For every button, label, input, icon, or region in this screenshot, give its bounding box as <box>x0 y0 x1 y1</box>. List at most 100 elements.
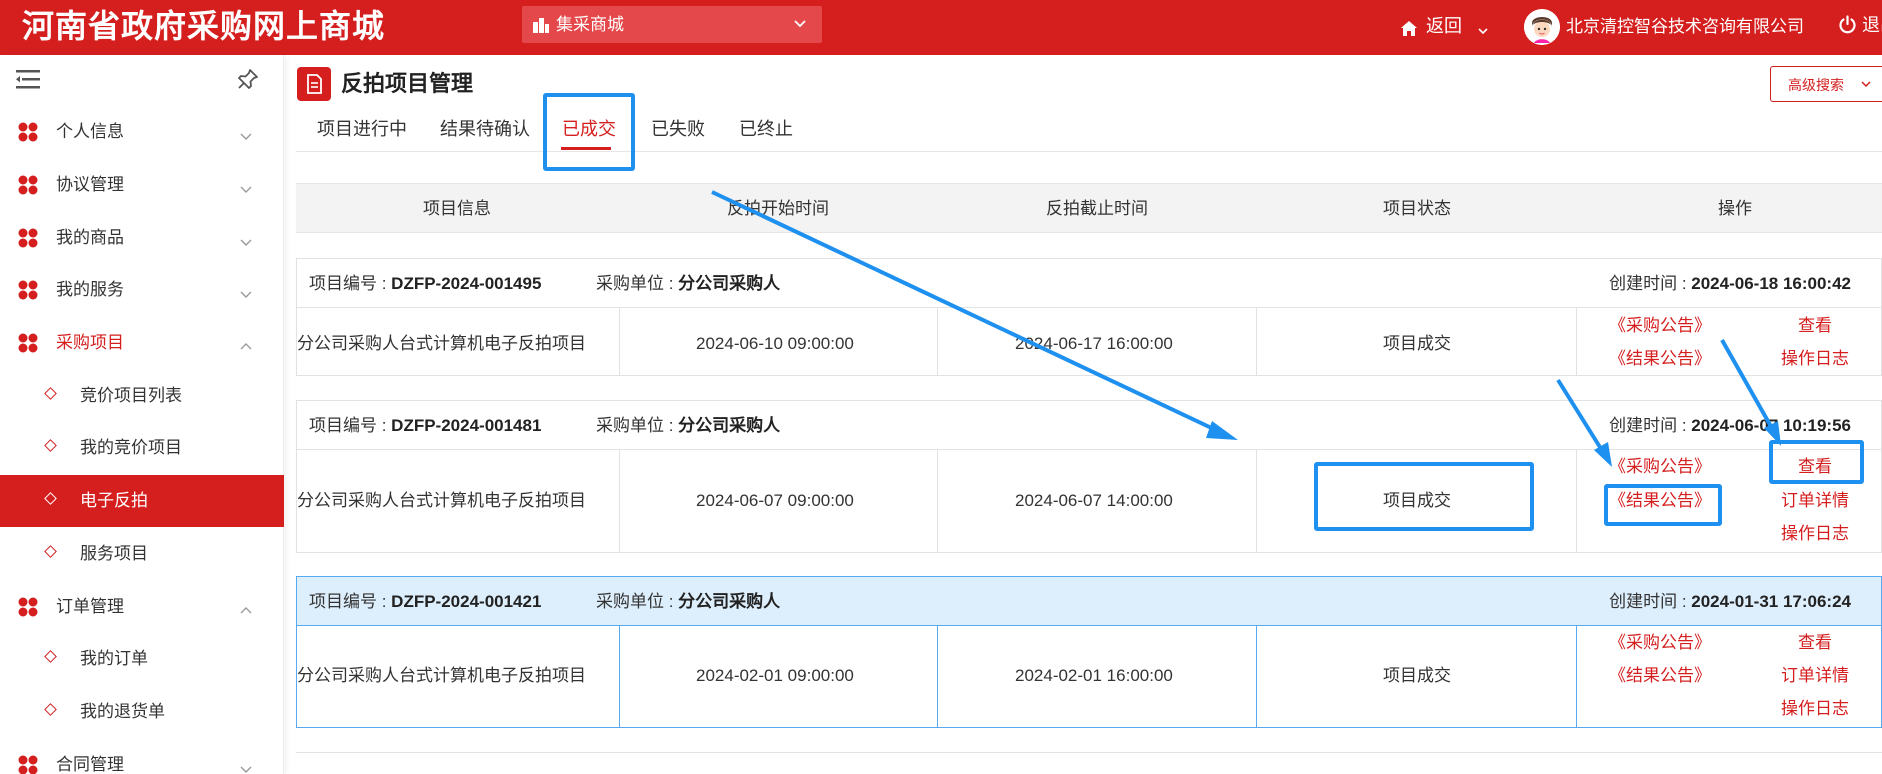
tab-pending-confirm[interactable]: 结果待确认 <box>440 116 530 142</box>
sidebar-sub-service-projects[interactable]: 服务项目 <box>0 528 284 580</box>
advanced-search-label: 高级搜索 <box>1788 77 1844 93</box>
project-number: 项目编号 : DZFP-2024-001481 <box>309 416 542 435</box>
start-time: 2024-06-10 09:00:00 <box>696 334 854 353</box>
sidebar-sub-label: 我的退货单 <box>80 702 165 721</box>
diamond-icon <box>44 439 57 452</box>
clover-icon <box>18 597 38 622</box>
view-link[interactable]: 查看 <box>1798 632 1832 654</box>
menu-collapse-icon[interactable] <box>16 69 40 94</box>
divider <box>937 450 938 553</box>
sidebar-item-procurement[interactable]: 采购项目 <box>0 317 284 369</box>
sidebar-item-contracts[interactable]: 合同管理 <box>0 739 284 774</box>
chevron-up-icon <box>240 337 252 357</box>
sidebar-item-my-goods[interactable]: 我的商品 <box>0 212 284 264</box>
end-time: 2024-02-01 16:00:00 <box>1015 666 1173 685</box>
sidebar-sub-label: 竞价项目列表 <box>80 386 182 405</box>
diamond-icon <box>44 492 57 505</box>
status-tabs: 项目进行中 结果待确认 已成交 已失败 已终止 <box>296 108 1882 152</box>
sidebar-sub-bidding-list[interactable]: 竞价项目列表 <box>0 370 284 422</box>
end-time: 2024-06-17 16:00:00 <box>1015 334 1173 353</box>
mall-select[interactable]: 集采商城 <box>522 6 822 43</box>
avatar <box>1524 9 1560 45</box>
tab-terminated[interactable]: 已终止 <box>739 116 793 142</box>
column-header: 反拍截止时间 <box>1046 199 1148 218</box>
back-label: 返回 <box>1426 16 1462 36</box>
sidebar-item-label: 采购项目 <box>56 333 124 352</box>
purchase-notice-link[interactable]: 《采购公告》 <box>1609 456 1711 478</box>
purchase-notice-link[interactable]: 《采购公告》 <box>1609 315 1711 337</box>
operation-log-link[interactable]: 操作日志 <box>1781 698 1849 720</box>
mall-select-label: 集采商城 <box>556 15 624 34</box>
operation-log-link[interactable]: 操作日志 <box>1781 348 1849 370</box>
start-time: 2024-06-07 09:00:00 <box>696 491 854 510</box>
site-title[interactable]: 河南省政府采购网上商城 <box>22 6 385 46</box>
view-link[interactable]: 查看 <box>1798 315 1832 337</box>
clover-icon <box>18 122 38 147</box>
column-header: 操作 <box>1718 199 1752 218</box>
clover-icon <box>18 175 38 200</box>
diamond-icon <box>44 545 57 558</box>
divider <box>1576 308 1577 376</box>
purchase-notice-link[interactable]: 《采购公告》 <box>1609 632 1711 654</box>
created-time: 创建时间 : 2024-06-07 10:19:56 <box>1609 416 1851 435</box>
tab-in-progress[interactable]: 项目进行中 <box>317 116 407 142</box>
tab-failed[interactable]: 已失败 <box>651 116 705 142</box>
project-status: 项目成交 <box>1383 666 1451 685</box>
end-time: 2024-06-07 14:00:00 <box>1015 491 1173 510</box>
advanced-search-button[interactable]: 高级搜索 <box>1770 66 1882 102</box>
project-block: 项目编号 : DZFP-2024-001495 采购单位 : 分公司采购人 创建… <box>296 258 1882 376</box>
project-block-header: 项目编号 : DZFP-2024-001481 采购单位 : 分公司采购人 创建… <box>297 401 1881 450</box>
divider <box>1576 626 1577 728</box>
sidebar-item-label: 我的商品 <box>56 228 124 247</box>
result-notice-link[interactable]: 《结果公告》 <box>1609 665 1711 687</box>
sidebar-sub-my-orders[interactable]: 我的订单 <box>0 633 284 685</box>
company-name: 北京清控智谷技术咨询有限公司 <box>1566 17 1804 36</box>
project-number: 项目编号 : DZFP-2024-001495 <box>309 274 542 293</box>
sidebar-sub-label: 电子反拍 <box>80 491 148 510</box>
sidebar-sub-label: 我的竞价项目 <box>80 438 182 457</box>
diamond-icon <box>44 650 57 663</box>
chevron-up-icon <box>240 601 252 621</box>
page-title: 反拍项目管理 <box>341 71 474 96</box>
diamond-icon <box>44 703 57 716</box>
project-number: 项目编号 : DZFP-2024-001421 <box>309 592 542 611</box>
sidebar-item-my-services[interactable]: 我的服务 <box>0 264 284 316</box>
project-block: 项目编号 : DZFP-2024-001481 采购单位 : 分公司采购人 创建… <box>296 400 1882 553</box>
project-name: 分公司采购人台式计算机电子反拍项目 <box>297 666 586 685</box>
sidebar-item-orders[interactable]: 订单管理 <box>0 581 284 633</box>
project-block-header: 项目编号 : DZFP-2024-001495 采购单位 : 分公司采购人 创建… <box>297 259 1881 308</box>
divider <box>619 626 620 728</box>
divider <box>619 308 620 376</box>
sidebar-item-agreement[interactable]: 协议管理 <box>0 159 284 211</box>
divider <box>937 308 938 376</box>
sidebar-item-label: 我的服务 <box>56 280 124 299</box>
sidebar-sub-label: 我的订单 <box>80 649 148 668</box>
project-block-partial <box>296 752 1882 774</box>
clover-icon <box>18 333 38 358</box>
project-name: 分公司采购人台式计算机电子反拍项目 <box>297 491 586 510</box>
sidebar-sub-my-returns[interactable]: 我的退货单 <box>0 686 284 738</box>
logout-label: 退出 <box>1862 15 1882 35</box>
pin-icon[interactable] <box>236 67 260 96</box>
sidebar-item-label: 合同管理 <box>56 755 124 774</box>
result-notice-link[interactable]: 《结果公告》 <box>1609 348 1711 370</box>
chevron-down-icon <box>792 15 808 36</box>
created-time: 创建时间 : 2024-01-31 17:06:24 <box>1609 592 1851 611</box>
order-detail-link[interactable]: 订单详情 <box>1781 490 1849 512</box>
sidebar-sub-label: 服务项目 <box>80 544 148 563</box>
home-icon <box>1400 17 1418 45</box>
annotation-highlight-box <box>1314 462 1534 531</box>
operation-log-link[interactable]: 操作日志 <box>1781 523 1849 545</box>
table-header: 项目信息 反拍开始时间 反拍截止时间 项目状态 操作 <box>296 183 1882 233</box>
top-bar: 河南省政府采购网上商城 集采商城 返回 北京清控智谷技术咨询有限公司 退 <box>0 0 1882 55</box>
column-header: 项目信息 <box>423 199 491 218</box>
annotation-highlight-box <box>1769 440 1864 484</box>
divider <box>619 450 620 553</box>
divider <box>1256 308 1257 376</box>
clover-icon <box>18 755 38 774</box>
sidebar-sub-reverse-auction[interactable]: 电子反拍 <box>0 475 284 527</box>
order-detail-link[interactable]: 订单详情 <box>1781 665 1849 687</box>
sidebar-sub-my-bidding[interactable]: 我的竞价项目 <box>0 422 284 474</box>
sidebar-item-label: 协议管理 <box>56 175 124 194</box>
sidebar-item-personal-info[interactable]: 个人信息 <box>0 106 284 158</box>
